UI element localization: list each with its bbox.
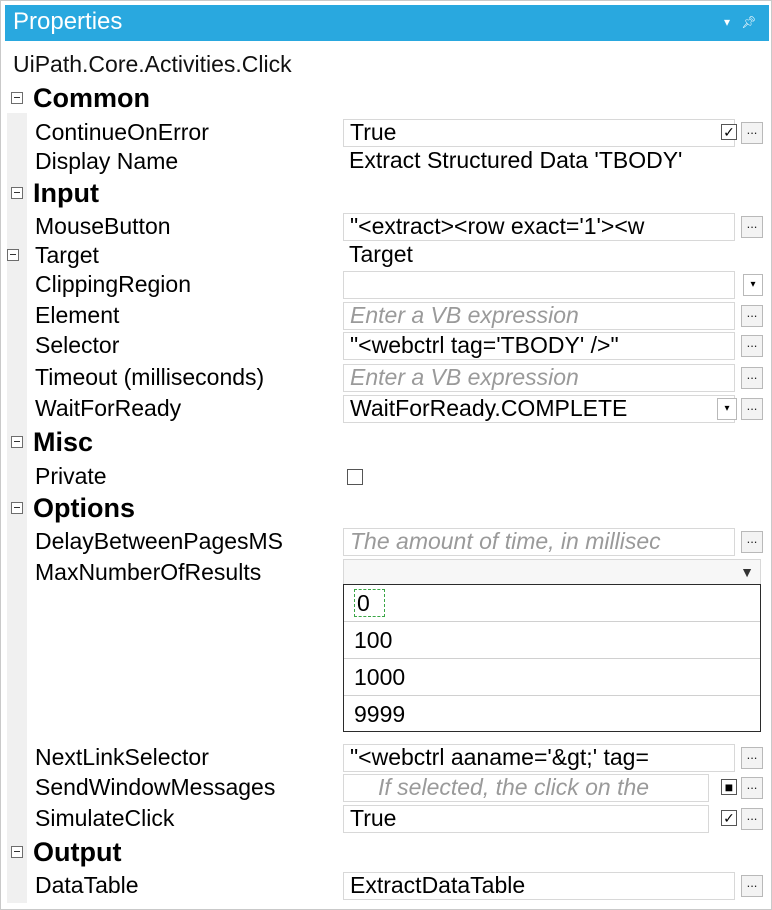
prop-simulate-click: SimulateClick True ✓ ... xyxy=(27,803,767,833)
category-label: Output xyxy=(33,837,122,867)
category-output[interactable]: Output xyxy=(7,837,767,867)
simulate-click-field[interactable]: True xyxy=(343,805,709,833)
mouse-button-field[interactable]: "<extract><row exact='1'><w xyxy=(343,213,735,241)
prop-max-number-of-results: MaxNumberOfResults ▼ xyxy=(27,557,767,587)
category-misc[interactable]: Misc xyxy=(7,427,767,457)
ellipsis-button[interactable]: ... xyxy=(741,398,763,420)
collapse-icon[interactable] xyxy=(11,502,23,514)
activity-type-name: UiPath.Core.Activities.Click xyxy=(13,51,292,77)
prop-name: Element xyxy=(35,302,120,328)
ellipsis-button[interactable]: ... xyxy=(741,305,763,327)
category-options[interactable]: Options xyxy=(7,493,767,523)
prop-send-window-messages: SendWindowMessages If selected, the clic… xyxy=(27,772,767,802)
chevron-down-icon[interactable]: ▼ xyxy=(735,561,759,583)
collapse-icon[interactable] xyxy=(11,187,23,199)
prop-selector: Selector "<webctrl tag='TBODY' />" ... xyxy=(27,330,767,360)
prop-name: Selector xyxy=(35,332,120,358)
prop-name: WaitForReady xyxy=(35,395,182,421)
collapse-icon[interactable] xyxy=(11,436,23,448)
ellipsis-button[interactable]: ... xyxy=(741,335,763,357)
category-label: Misc xyxy=(33,427,94,457)
prop-name: ClippingRegion xyxy=(35,271,191,297)
next-link-selector-field[interactable]: "<webctrl aaname='&gt;' tag= xyxy=(343,744,735,772)
category-input[interactable]: Input xyxy=(7,178,767,208)
dropdown-option[interactable]: 100 xyxy=(344,622,760,659)
prop-display-name: Display Name Extract Structured Data 'TB… xyxy=(27,146,767,176)
prop-name: MaxNumberOfResults xyxy=(35,559,262,585)
prop-continue-on-error: ContinueOnError True ✓ ... xyxy=(27,117,767,147)
data-table-field[interactable]: ExtractDataTable xyxy=(343,872,735,900)
properties-panel: Properties ▾ 📌︎ UiPath.Core.Activities.C… xyxy=(0,0,772,910)
simulate-click-checkbox[interactable]: ✓ xyxy=(721,810,737,826)
collapse-icon[interactable] xyxy=(11,92,23,104)
ellipsis-button[interactable]: ... xyxy=(741,747,763,769)
max-results-dropdown-list: 0 100 1000 9999 xyxy=(343,584,761,732)
continue-on-error-checkbox[interactable]: ✓ xyxy=(721,124,737,140)
private-checkbox[interactable] xyxy=(347,469,363,485)
chevron-down-icon[interactable]: ▾ xyxy=(717,398,737,420)
prop-name: ContinueOnError xyxy=(35,119,209,145)
ellipsis-button[interactable]: ... xyxy=(741,122,763,144)
prop-name: Display Name xyxy=(35,148,179,174)
prop-element: Element Enter a VB expression ... xyxy=(27,300,767,330)
prop-target: Target Target xyxy=(7,240,767,270)
collapse-icon[interactable] xyxy=(7,249,19,261)
prop-name: Timeout (milliseconds) xyxy=(35,364,265,390)
prop-wait-for-ready: WaitForReady WaitForReady.COMPLETE ▾ ... xyxy=(27,393,767,423)
ellipsis-button[interactable]: ... xyxy=(741,777,763,799)
prop-name: NextLinkSelector xyxy=(35,744,209,770)
category-label: Common xyxy=(33,83,150,113)
prop-name: MouseButton xyxy=(35,213,171,239)
pin-icon[interactable]: 📌︎ xyxy=(741,13,757,31)
wait-for-ready-select[interactable]: WaitForReady.COMPLETE xyxy=(343,395,735,423)
prop-name: SimulateClick xyxy=(35,805,175,831)
prop-name: Private xyxy=(35,463,107,489)
category-label: Options xyxy=(33,493,135,523)
delay-between-pages-field[interactable]: The amount of time, in millisec xyxy=(343,528,735,556)
dropdown-option[interactable]: 1000 xyxy=(344,659,760,696)
timeout-field[interactable]: Enter a VB expression xyxy=(343,364,735,392)
prop-timeout: Timeout (milliseconds) Enter a VB expres… xyxy=(27,362,767,392)
category-label: Input xyxy=(33,178,99,208)
category-common[interactable]: Common xyxy=(7,83,767,113)
prop-delay-between-pages: DelayBetweenPagesMS The amount of time, … xyxy=(27,526,767,556)
chevron-down-icon[interactable]: ▾ xyxy=(743,274,763,296)
send-window-messages-field[interactable]: If selected, the click on the xyxy=(343,774,709,802)
prop-name: DelayBetweenPagesMS xyxy=(35,528,284,554)
prop-mouse-button: MouseButton "<extract><row exact='1'><w … xyxy=(27,211,767,241)
prop-name: SendWindowMessages xyxy=(35,774,276,800)
send-window-messages-checkbox[interactable]: ■ xyxy=(721,779,737,795)
max-number-of-results-combo[interactable] xyxy=(343,559,761,587)
ellipsis-button[interactable]: ... xyxy=(741,216,763,238)
prop-name: Target xyxy=(35,242,99,268)
prop-name: DataTable xyxy=(35,872,139,898)
ellipsis-button[interactable]: ... xyxy=(741,875,763,897)
ellipsis-button[interactable]: ... xyxy=(741,367,763,389)
element-field[interactable]: Enter a VB expression xyxy=(343,302,735,330)
prop-next-link-selector: NextLinkSelector "<webctrl aaname='&gt;'… xyxy=(27,742,767,772)
panel-menu-icon[interactable]: ▾ xyxy=(719,13,735,31)
display-name-field[interactable]: Extract Structured Data 'TBODY' xyxy=(343,148,761,176)
selector-field[interactable]: "<webctrl tag='TBODY' />" xyxy=(343,332,735,360)
clipping-region-field[interactable] xyxy=(343,271,735,299)
panel-title-bar: Properties ▾ 📌︎ xyxy=(5,5,769,41)
target-value: Target xyxy=(349,242,413,267)
ellipsis-button[interactable]: ... xyxy=(741,531,763,553)
collapse-icon[interactable] xyxy=(11,846,23,858)
continue-on-error-field[interactable]: True xyxy=(343,119,735,147)
ellipsis-button[interactable]: ... xyxy=(741,808,763,830)
prop-clipping-region: ClippingRegion ▾ xyxy=(27,269,767,299)
prop-private: Private xyxy=(27,461,767,491)
dropdown-option[interactable]: 0 xyxy=(344,585,760,622)
panel-title: Properties xyxy=(13,8,123,35)
dropdown-option[interactable]: 9999 xyxy=(344,696,760,733)
prop-data-table: DataTable ExtractDataTable ... xyxy=(27,870,767,900)
